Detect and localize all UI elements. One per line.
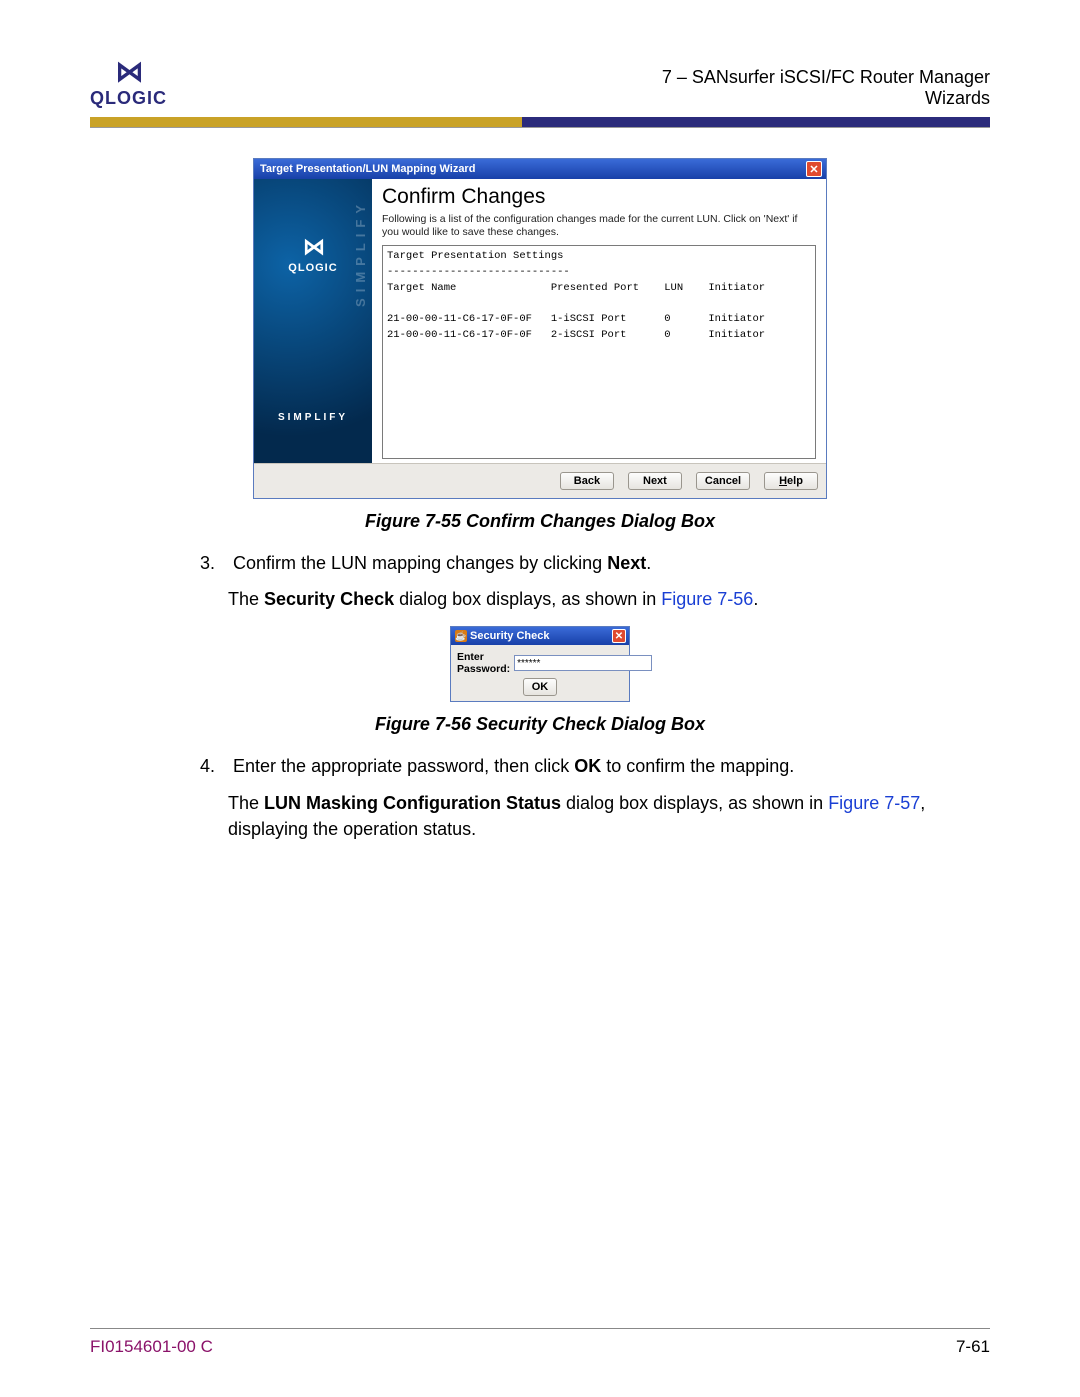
wizard-sidebar: SIMPLIFY ⋈ QLOGIC SIMPLIFY [254,179,372,463]
back-button[interactable]: Back [560,472,614,490]
sidebar-simplify-text: SIMPLIFY [278,412,348,423]
header-chapter: 7 – SANsurfer iSCSI/FC Router Manager [662,67,990,88]
header-color-bar [90,117,990,127]
sidebar-brand-text: QLOGIC [288,262,337,274]
doc-number: FI0154601-00 C [90,1337,213,1357]
wizard-listing: Target Presentation Settings -----------… [382,245,816,459]
next-button[interactable]: Next [628,472,682,490]
header-right: 7 – SANsurfer iSCSI/FC Router Manager Wi… [662,67,990,109]
cancel-button[interactable]: Cancel [696,472,750,490]
password-label: Enter Password: [457,651,510,675]
page-header: ⋈ QLOGIC 7 – SANsurfer iSCSI/FC Router M… [90,55,990,117]
wizard-title: Target Presentation/LUN Mapping Wizard [260,163,475,175]
step-3-line-1: 3. Confirm the LUN mapping changes by cl… [200,550,970,576]
figure-7-56-link[interactable]: Figure 7-56 [661,589,753,609]
page-number: 7-61 [956,1337,990,1357]
figure-7-57-link[interactable]: Figure 7-57 [828,793,920,813]
sidebar-logo-glyph-icon: ⋈ [303,234,323,260]
java-icon: ☕ [455,630,467,642]
logo-glyph-icon: ⋈ [116,55,142,88]
confirm-changes-dialog: Target Presentation/LUN Mapping Wizard ✕… [253,158,827,499]
qlogic-logo: ⋈ QLOGIC [90,55,167,109]
wizard-button-row: Back Next Cancel Help [254,463,826,498]
figure-55-caption: Figure 7-55 Confirm Changes Dialog Box [90,511,990,532]
ok-button[interactable]: OK [523,678,558,696]
wizard-heading: Confirm Changes [382,185,816,209]
security-titlebar: ☕Security Check ✕ [451,627,629,645]
security-title-text: Security Check [470,630,549,642]
listing-header: Target Presentation Settings [387,250,563,262]
security-check-dialog: ☕Security Check ✕ Enter Password: OK [450,626,630,702]
listing-row-2: 21-00-00-11-C6-17-0F-0F 2-iSCSI Port 0 I… [387,329,765,341]
listing-divider: ----------------------------- [387,266,570,278]
step-4-number: 4. [200,753,228,779]
step-3-line-2: The Security Check dialog box displays, … [228,586,970,612]
close-icon[interactable]: ✕ [806,161,822,177]
step-4-line-1: 4. Enter the appropriate password, then … [200,753,970,779]
wizard-titlebar: Target Presentation/LUN Mapping Wizard ✕ [254,159,826,179]
password-input[interactable] [514,655,652,671]
sidebar-vertical-word: SIMPLIFY [353,199,368,307]
step-3-number: 3. [200,550,228,576]
figure-56-caption: Figure 7-56 Security Check Dialog Box [90,714,990,735]
page-footer: FI0154601-00 C 7-61 [90,1328,990,1357]
wizard-description: Following is a list of the configuration… [382,213,816,239]
listing-row-1: 21-00-00-11-C6-17-0F-0F 1-iSCSI Port 0 I… [387,313,765,325]
help-button[interactable]: Help [764,472,818,490]
header-section: Wizards [662,88,990,109]
step-4-line-2: The LUN Masking Configuration Status dia… [228,790,970,842]
close-icon[interactable]: ✕ [612,629,626,643]
listing-columns: Target Name Presented Port LUN Initiator [387,282,765,294]
logo-brand-text: QLOGIC [90,88,167,109]
